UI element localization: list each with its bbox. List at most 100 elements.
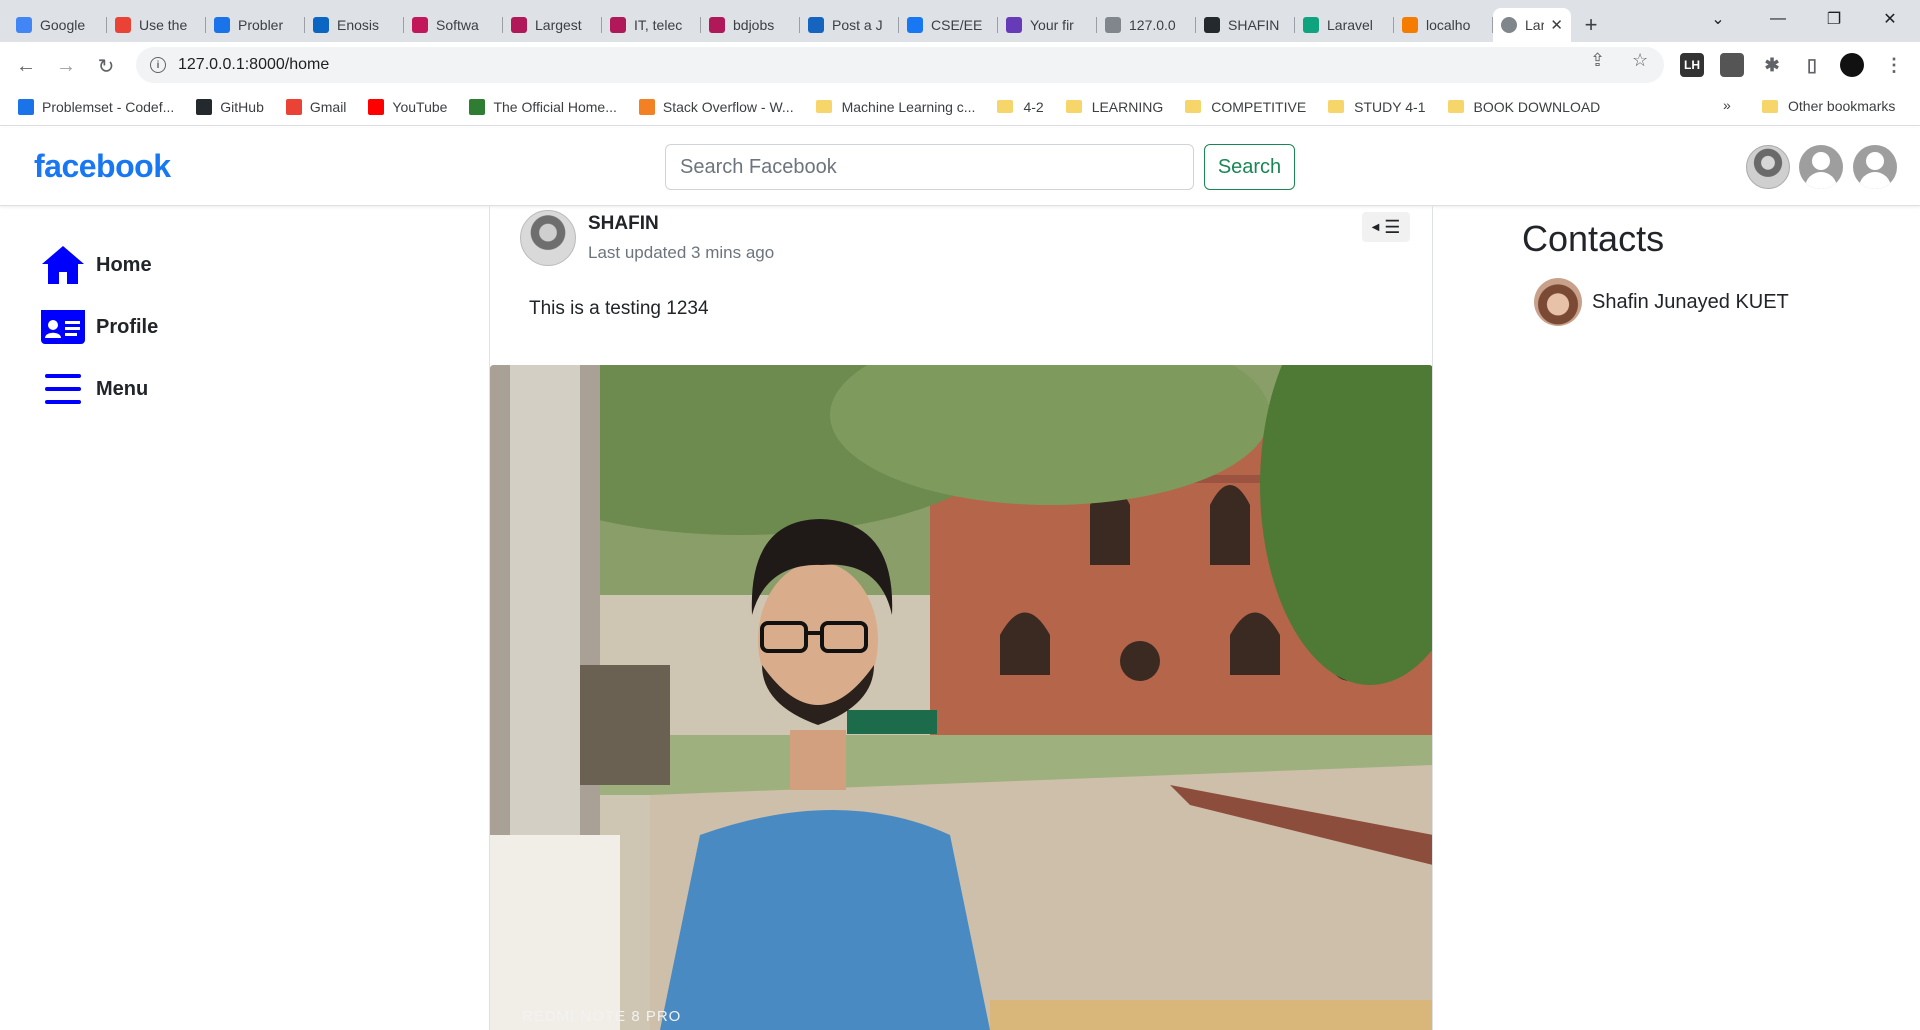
browser-tab[interactable]: 127.0.0 [1097,8,1196,42]
bookmark-item[interactable]: COMPETITIVE [1185,99,1306,115]
stackoverflow-icon [638,98,655,115]
bookmark-item[interactable]: LEARNING [1065,99,1163,115]
post-photo-image [490,365,1432,1030]
contact-name: Shafin Junayed KUET [1592,290,1789,313]
site-icon [469,98,486,115]
search-input[interactable] [665,144,1194,190]
friend-avatar[interactable] [1799,145,1843,189]
bookmark-item[interactable]: YouTube [368,98,447,115]
browser-tab[interactable]: Probler [206,8,305,42]
tab-title: bdjobs [733,17,775,33]
folder-icon [815,100,832,113]
sidebar-item-home[interactable]: Home [38,240,152,290]
reload-button[interactable]: ↻ [92,52,120,80]
sidebar-item-profile[interactable]: Profile [38,302,158,352]
bookmark-star-icon[interactable]: ☆ [1632,50,1648,71]
photo-caption: REDMI NOTE 8 PRO [522,1008,682,1025]
browser-tab[interactable]: Softwa [404,8,503,42]
folder-icon [1762,99,1778,113]
browser-tab[interactable]: bdjobs [701,8,800,42]
post-text: This is a testing 1234 [529,298,709,319]
profile-avatar[interactable] [1840,53,1864,77]
tab-title: Enosis [337,17,380,33]
post-author-avatar[interactable] [520,210,576,266]
bookmark-label: GitHub [220,98,264,115]
tab-title: IT, telec [634,17,683,33]
extension-icon[interactable]: LH [1680,53,1704,77]
close-window-button[interactable]: ✕ [1860,0,1920,38]
address-bar[interactable]: i 127.0.0.1:8000/home [136,47,1664,83]
post-author-name[interactable]: SHAFIN [588,213,774,235]
bars-icon [38,367,88,411]
browser-tab[interactable]: Post a J [800,8,899,42]
tab-title: Your fir [1030,17,1074,33]
browser-tab[interactable]: IT, telec [602,8,701,42]
browser-tab[interactable]: localho [1394,8,1493,42]
folder-icon [1328,100,1345,113]
other-bookmarks[interactable]: Other bookmarks [1762,98,1895,114]
back-button[interactable]: ← [12,52,40,80]
tab-active[interactable]: Lar ✕ [1493,8,1571,42]
bookmark-item[interactable]: STUDY 4-1 [1328,98,1426,115]
facebook-icon [907,17,923,33]
tab-title: localho [1426,17,1471,33]
youtube-icon [368,98,385,115]
tab-title: 127.0.0 [1129,17,1176,33]
top-navbar: facebook Search [0,128,1920,206]
new-tab-button[interactable]: + [1571,8,1611,42]
bookmark-item[interactable]: Problemset - Codef... [18,98,175,115]
bookmark-item[interactable]: Stack Overflow - W... [638,98,794,115]
kebab-menu-icon[interactable]: ⋮ [1882,53,1906,77]
facebook-logo[interactable]: facebook [34,148,171,185]
post-header: SHAFIN Last updated 3 mins ago [520,210,774,266]
tab-title: SHAFIN [1228,17,1280,33]
bdjobs-icon [610,17,626,33]
tab-list: Google Use the Probler Enosis Softwa Largest I… [0,0,1493,42]
browser-tab[interactable]: Google [8,8,107,42]
bookmark-item[interactable]: Gmail [285,98,346,115]
browser-tab[interactable]: CSE/EE [899,8,998,42]
bars-icon: ☰ [1384,216,1401,237]
tab-search-icon[interactable]: ⌄ [1688,0,1748,38]
bookmark-item[interactable]: GitHub [196,98,264,115]
bookmark-label: STUDY 4-1 [1354,98,1426,115]
user-avatar[interactable] [1746,145,1790,189]
browser-tab[interactable]: Your fir [998,8,1097,42]
friend-avatar[interactable] [1853,145,1897,189]
forward-button[interactable]: → [52,52,80,80]
sidebar-item-menu[interactable]: Menu [38,364,148,414]
bookmark-item[interactable]: 4-2 [997,99,1044,115]
browser-tab[interactable]: Use the [107,8,206,42]
bookmark-item[interactable]: The Official Home... [469,98,617,115]
share-icon[interactable]: ⇪ [1590,50,1605,71]
sidebar-item-label: Profile [96,315,159,338]
bookmark-item[interactable]: Machine Learning c... [815,99,975,115]
tab-title: Laravel [1327,17,1373,33]
bookmark-item[interactable]: BOOK DOWNLOAD [1447,99,1600,115]
folder-icon [1185,100,1202,113]
bookmark-label: Problemset - Codef... [42,98,175,115]
close-tab-icon[interactable]: ✕ [1550,16,1563,34]
post-photo[interactable]: REDMI NOTE 8 PRO [490,365,1432,1030]
restore-button[interactable]: ❐ [1804,0,1864,38]
extension-icon[interactable] [1720,53,1744,77]
bdjobs-icon [511,17,527,33]
search-button[interactable]: Search [1204,144,1295,190]
contact-item[interactable]: Shafin Junayed KUET [1534,278,1789,326]
url-text[interactable]: 127.0.0.1:8000/home [178,56,329,74]
post-options-button[interactable]: ◀ ☰ [1362,212,1410,242]
bookmarks-overflow-button[interactable]: » [1723,97,1731,113]
tab-title: Probler [238,17,284,33]
news-feed: SHAFIN Last updated 3 mins ago ◀ ☰ This … [489,206,1433,1030]
other-bookmarks-label: Other bookmarks [1788,98,1896,114]
side-panel-icon[interactable]: ▯ [1800,53,1824,77]
site-info-icon[interactable]: i [150,57,166,73]
tab-title: Google [40,17,86,33]
browser-tab[interactable]: Enosis [305,8,404,42]
tab-title: Softwa [436,17,479,33]
puzzle-extensions-icon[interactable]: ✱ [1760,53,1784,77]
browser-tab[interactable]: SHAFIN [1196,8,1295,42]
browser-tab[interactable]: Laravel [1295,8,1394,42]
minimize-button[interactable]: — [1748,0,1808,38]
browser-tab[interactable]: Largest [503,8,602,42]
